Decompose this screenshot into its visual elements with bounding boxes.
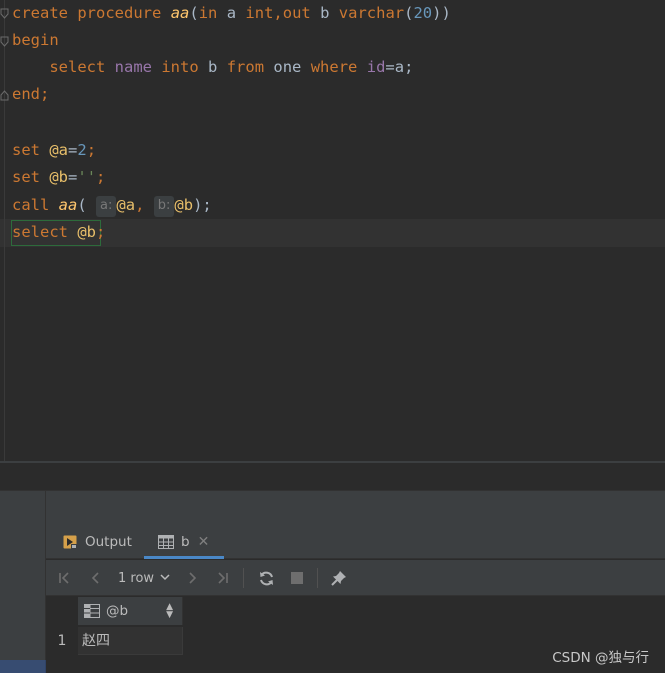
- code-line-8[interactable]: call aa( a: @a, b: @b);: [12, 192, 212, 219]
- punctuation: ;: [86, 141, 97, 159]
- tab-label: b: [181, 534, 190, 550]
- keyword: begin: [12, 31, 59, 49]
- table-name: one: [273, 58, 302, 76]
- fold-marker-icon[interactable]: [0, 8, 9, 19]
- row-count-selector[interactable]: 1 row: [118, 560, 170, 596]
- code-line-9[interactable]: select @b;: [12, 219, 105, 246]
- punctuation: ;: [96, 168, 106, 186]
- toolbar-separator: [243, 568, 244, 588]
- gutter-border: [4, 0, 5, 462]
- parameter-hint: b:: [153, 196, 175, 217]
- punctuation: ;: [96, 223, 106, 241]
- results-tab-bar: Output b ✕: [46, 525, 665, 559]
- tab-b[interactable]: b ✕: [144, 525, 224, 559]
- punctuation: (: [77, 196, 87, 214]
- keyword: into: [161, 58, 199, 76]
- variable-name: b: [208, 58, 218, 76]
- keyword: out: [282, 4, 311, 22]
- previous-page-icon[interactable]: [86, 560, 106, 596]
- type-keyword: varchar: [338, 4, 405, 22]
- column-header-b[interactable]: @b ▲ ▼: [78, 597, 183, 625]
- fold-marker-icon[interactable]: [0, 36, 9, 47]
- fold-end-marker-icon[interactable]: [0, 90, 9, 101]
- punctuation: ;: [40, 85, 50, 103]
- first-page-icon[interactable]: [54, 560, 74, 596]
- punctuation: ,: [273, 4, 283, 22]
- number-literal: 2: [77, 141, 87, 159]
- keyword: procedure: [77, 4, 162, 22]
- keyword: select: [49, 58, 106, 76]
- column-header-label: @b: [106, 603, 129, 619]
- toolbar-separator: [317, 568, 318, 588]
- column-name: id: [366, 58, 386, 76]
- last-page-icon[interactable]: [213, 560, 233, 596]
- code-editor[interactable]: create procedure aa(in a int,out b varch…: [0, 0, 665, 462]
- results-toolbar: 1 row: [46, 560, 665, 596]
- watermark: CSDN @独与行: [552, 650, 649, 666]
- parameter-hint: a:: [96, 196, 117, 217]
- tab-label: Output: [85, 534, 132, 550]
- param-name: a: [226, 4, 237, 22]
- keyword: set: [12, 141, 40, 159]
- operator: =: [68, 141, 78, 159]
- selected-tree-node[interactable]: [0, 660, 46, 673]
- editor-gap: [0, 463, 665, 491]
- output-icon: [62, 534, 78, 550]
- column-icon: [84, 604, 100, 618]
- string-literal: '': [77, 168, 97, 186]
- keyword: in: [198, 4, 218, 22]
- services-tree-panel[interactable]: [0, 491, 46, 673]
- keyword: create: [12, 4, 68, 22]
- punctuation: (: [189, 4, 199, 22]
- pin-icon[interactable]: [328, 560, 350, 596]
- code-line-1[interactable]: create procedure aa(in a int,out b varch…: [12, 0, 451, 27]
- row-number-header: [46, 597, 78, 625]
- code-line-6[interactable]: set @a=2;: [12, 137, 96, 164]
- chevron-down-icon: [160, 573, 170, 584]
- keyword: from: [226, 58, 265, 76]
- session-variable: @a: [116, 196, 136, 214]
- code-line-4[interactable]: end;: [12, 81, 49, 108]
- sort-icon[interactable]: ▲ ▼: [166, 603, 173, 620]
- procedure-name: aa: [58, 196, 78, 214]
- type-keyword: int: [245, 4, 274, 22]
- punctuation: );: [193, 196, 212, 214]
- next-page-icon[interactable]: [182, 560, 202, 596]
- procedure-name: aa: [170, 4, 190, 22]
- grid-cell[interactable]: 赵四: [78, 627, 183, 655]
- keyword: select: [12, 223, 68, 241]
- punctuation: )): [432, 4, 451, 22]
- row-count-label: 1 row: [118, 570, 155, 586]
- keyword: where: [310, 58, 358, 76]
- stop-icon[interactable]: [287, 560, 307, 596]
- session-variable: @b: [77, 223, 97, 241]
- code-line-7[interactable]: set @b='';: [12, 164, 105, 191]
- session-variable: @b: [174, 196, 194, 214]
- row-number: 1: [57, 633, 67, 649]
- param-name: b: [320, 4, 330, 22]
- code-line-2[interactable]: begin: [12, 27, 59, 54]
- number-literal: 20: [413, 4, 433, 22]
- column-name: name: [114, 58, 152, 76]
- keyword: call: [12, 196, 50, 214]
- expression: =a;: [385, 58, 414, 76]
- table-icon: [158, 535, 174, 549]
- code-line-3[interactable]: select name into b from one where id=a;: [12, 54, 413, 81]
- punctuation: ,: [135, 196, 145, 214]
- tab-output[interactable]: Output: [62, 525, 132, 559]
- operator: =: [68, 168, 78, 186]
- session-variable: @b: [49, 168, 69, 186]
- refresh-icon[interactable]: [255, 560, 277, 596]
- keyword: end: [12, 85, 40, 103]
- close-icon[interactable]: ✕: [198, 534, 210, 550]
- keyword: set: [12, 168, 40, 186]
- session-variable: @a: [49, 141, 69, 159]
